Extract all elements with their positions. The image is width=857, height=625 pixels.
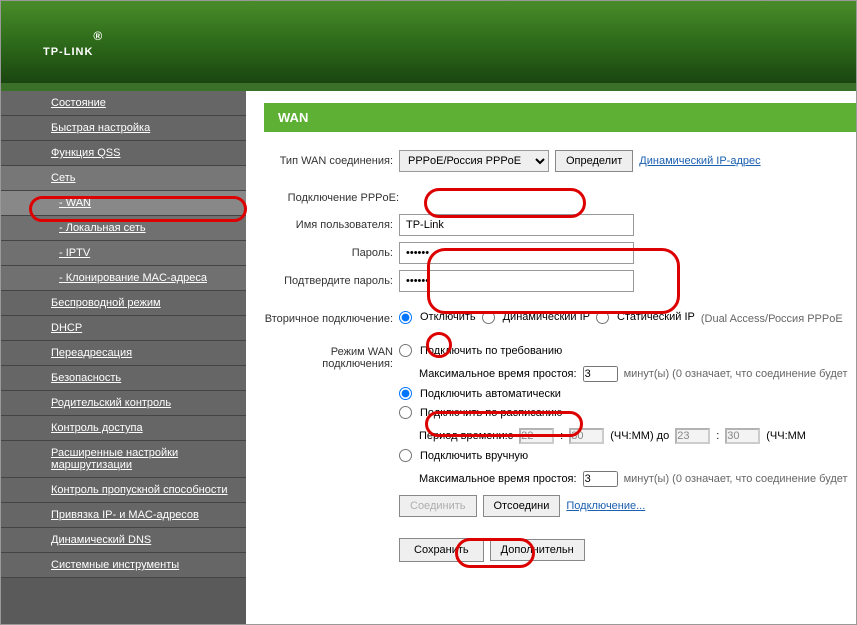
idle-label: Максимальное время простоя: [419, 368, 577, 380]
save-button[interactable]: Сохранить [399, 538, 484, 562]
sidebar-item-9[interactable]: DHCP [1, 316, 246, 341]
detect-button[interactable]: Определит [555, 150, 633, 172]
idle-input[interactable] [583, 366, 618, 382]
username-input[interactable] [399, 214, 634, 236]
sidebar-item-10[interactable]: Переадресация [1, 341, 246, 366]
sidebar-item-1[interactable]: Быстрая настройка [1, 116, 246, 141]
sidebar-item-5[interactable]: - Локальная сеть [1, 216, 246, 241]
sidebar-item-3[interactable]: Сеть [1, 166, 246, 191]
sec-static-radio[interactable]: Статический IP [596, 311, 695, 324]
sidebar-item-14[interactable]: Расширенные настройки маршрутизации [1, 441, 246, 478]
password-label: Пароль: [264, 247, 399, 259]
time2-input[interactable] [569, 428, 604, 444]
time3-input[interactable] [675, 428, 710, 444]
connect-button[interactable]: Соединить [399, 495, 477, 517]
sidebar-item-0[interactable]: Состояние [1, 91, 246, 116]
sidebar-item-2[interactable]: Функция QSS [1, 141, 246, 166]
sidebar-item-17[interactable]: Динамический DNS [1, 528, 246, 553]
wan-mode-label: Режим WAN подключения: [264, 344, 399, 370]
sidebar-item-15[interactable]: Контроль пропускной способности [1, 478, 246, 503]
sidebar-item-6[interactable]: - IPTV [1, 241, 246, 266]
secondary-label: Вторичное подключение: [264, 313, 399, 325]
mode-auto-radio[interactable]: Подключить автоматически [399, 387, 561, 400]
connecting-label: Подключение... [566, 500, 645, 512]
confirm-label: Подтвердите пароль: [264, 275, 399, 287]
sidebar-item-12[interactable]: Родительский контроль [1, 391, 246, 416]
username-label: Имя пользователя: [264, 219, 399, 231]
sec-dynamic-radio[interactable]: Динамический IP [482, 311, 590, 324]
sec-disable-radio[interactable]: Отключить [399, 311, 476, 324]
sidebar: СостояниеБыстрая настройкаФункция QSSСет… [1, 91, 246, 624]
mode-schedule-radio[interactable]: Подключить по расписанию [399, 406, 562, 419]
sidebar-item-16[interactable]: Привязка IP- и MAC-адресов [1, 503, 246, 528]
sidebar-item-8[interactable]: Беспроводной режим [1, 291, 246, 316]
disconnect-button[interactable]: Отсоедини [483, 495, 561, 517]
more-button[interactable]: Дополнительн [490, 539, 585, 561]
wan-type-label: Тип WAN соединения: [264, 155, 399, 167]
pppoe-section: Подключение PPPoE: [264, 184, 399, 208]
password-input[interactable] [399, 242, 634, 264]
logo: TP-LINK® [1, 1, 856, 63]
sidebar-item-11[interactable]: Безопасность [1, 366, 246, 391]
time1-input[interactable] [519, 428, 554, 444]
idle2-input[interactable] [583, 471, 618, 487]
sidebar-item-7[interactable]: - Клонирование MAC-адреса [1, 266, 246, 291]
secondary-note: (Dual Access/Россия PPPoE [701, 313, 843, 325]
dynamic-ip-link[interactable]: Динамический IP-адрес [639, 155, 760, 167]
mode-manual-radio[interactable]: Подключить вручную [399, 449, 528, 462]
confirm-input[interactable] [399, 270, 634, 292]
wan-type-select[interactable]: PPPoE/Россия PPPoE [399, 150, 549, 172]
page-title: WAN [264, 103, 856, 132]
mode-ondemand-radio[interactable]: Подключить по требованию [399, 344, 562, 357]
time4-input[interactable] [725, 428, 760, 444]
content-area: WAN Тип WAN соединения: PPPoE/Россия PPP… [246, 91, 856, 624]
sidebar-item-4[interactable]: - WAN [1, 191, 246, 216]
sidebar-item-13[interactable]: Контроль доступа [1, 416, 246, 441]
sidebar-item-18[interactable]: Системные инструменты [1, 553, 246, 578]
